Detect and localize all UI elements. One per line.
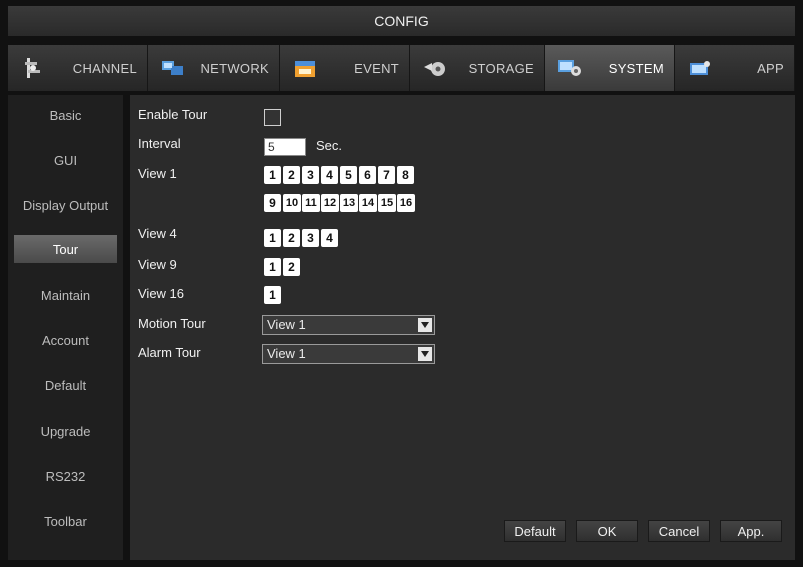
sidebar-item-label: Basic bbox=[49, 107, 82, 123]
channel-select-box[interactable]: 12 bbox=[321, 194, 339, 212]
view4-label: View 4 bbox=[138, 226, 177, 241]
channel-select-box[interactable]: 1 bbox=[264, 166, 281, 184]
motion-tour-value: View 1 bbox=[267, 317, 306, 332]
sidebar-item-label: RS232 bbox=[45, 468, 86, 484]
sidebar-item-label: Upgrade bbox=[40, 423, 91, 439]
tab-label: CHANNEL bbox=[72, 60, 137, 76]
channel-select-box[interactable]: 14 bbox=[359, 194, 377, 212]
alarm-tour-value: View 1 bbox=[267, 346, 306, 361]
channel-select-box[interactable]: 2 bbox=[283, 258, 300, 276]
event-icon bbox=[292, 55, 318, 81]
network-icon bbox=[160, 55, 186, 81]
sidebar-item-account[interactable]: Account bbox=[8, 326, 123, 354]
chevron-down-icon bbox=[418, 318, 432, 332]
window-titlebar: CONFIG bbox=[8, 6, 795, 36]
interval-unit: Sec. bbox=[316, 138, 343, 153]
channel-select-box[interactable]: 3 bbox=[302, 166, 319, 184]
tab-label: EVENT bbox=[354, 60, 399, 76]
channel-select-box[interactable]: 6 bbox=[359, 166, 376, 184]
alarm-tour-label: Alarm Tour bbox=[138, 345, 201, 360]
tab-label: NETWORK bbox=[200, 60, 269, 76]
sidebar-item-display-output[interactable]: Display Output bbox=[8, 191, 123, 219]
system-icon bbox=[557, 55, 583, 81]
channel-select-box[interactable]: 7 bbox=[378, 166, 395, 184]
channel-select-box[interactable]: 5 bbox=[340, 166, 357, 184]
channel-select-box[interactable]: 2 bbox=[283, 229, 300, 247]
channel-select-box[interactable]: 1 bbox=[264, 286, 281, 304]
default-button[interactable]: Default bbox=[504, 520, 566, 542]
sidebar-item-label: Toolbar bbox=[44, 513, 87, 529]
tab-label: STORAGE bbox=[468, 60, 534, 76]
top-tab-bar: CHANNEL NETWORK EVENT STORAGE SYSTEM APP bbox=[8, 45, 795, 91]
channel-select-box[interactable]: 8 bbox=[397, 166, 414, 184]
channel-select-box[interactable]: 15 bbox=[378, 194, 396, 212]
channel-select-box[interactable]: 16 bbox=[397, 194, 415, 212]
tab-app[interactable]: APP bbox=[675, 45, 795, 91]
app-icon bbox=[687, 55, 713, 81]
sidebar-item-label: Display Output bbox=[22, 197, 109, 213]
sidebar-item-label: Account bbox=[42, 332, 89, 348]
sidebar-item-label: Default bbox=[44, 377, 87, 393]
sidebar-item-gui[interactable]: GUI bbox=[8, 146, 123, 174]
sidebar-item-rs232[interactable]: RS232 bbox=[8, 462, 123, 490]
enable-tour-label: Enable Tour bbox=[138, 107, 208, 122]
tour-settings-panel: Enable Tour Interval 5 Sec. View 1 View … bbox=[130, 95, 795, 560]
view9-label: View 9 bbox=[138, 257, 177, 272]
sidebar-item-label: GUI bbox=[53, 152, 78, 168]
alarm-tour-select[interactable]: View 1 bbox=[262, 344, 435, 364]
cancel-button[interactable]: Cancel bbox=[648, 520, 710, 542]
sidebar-item-upgrade[interactable]: Upgrade bbox=[8, 417, 123, 445]
motion-tour-label: Motion Tour bbox=[138, 316, 206, 331]
channel-select-box[interactable]: 10 bbox=[283, 194, 301, 212]
sidebar: Basic GUI Display Output Tour Maintain A… bbox=[8, 95, 123, 560]
sidebar-item-maintain[interactable]: Maintain bbox=[8, 281, 123, 309]
tab-label: APP bbox=[757, 60, 784, 76]
sidebar-item-label: Tour bbox=[52, 241, 79, 257]
sidebar-item-label: Maintain bbox=[40, 287, 91, 303]
interval-label: Interval bbox=[138, 136, 181, 151]
sidebar-item-basic[interactable]: Basic bbox=[8, 101, 123, 129]
sidebar-item-default[interactable]: Default bbox=[8, 371, 123, 399]
tab-network[interactable]: NETWORK bbox=[148, 45, 280, 91]
channel-select-box[interactable]: 11 bbox=[302, 194, 320, 212]
tab-channel[interactable]: CHANNEL bbox=[8, 45, 148, 91]
channel-select-box[interactable]: 13 bbox=[340, 194, 358, 212]
channel-select-box[interactable]: 3 bbox=[302, 229, 319, 247]
channel-select-box[interactable]: 4 bbox=[321, 166, 338, 184]
enable-tour-checkbox[interactable] bbox=[264, 109, 281, 126]
channel-select-box[interactable]: 1 bbox=[264, 258, 281, 276]
channel-select-box[interactable]: 1 bbox=[264, 229, 281, 247]
tab-storage[interactable]: STORAGE bbox=[410, 45, 545, 91]
view1-label: View 1 bbox=[138, 166, 177, 181]
sidebar-item-toolbar[interactable]: Toolbar bbox=[8, 507, 123, 535]
window-title: CONFIG bbox=[374, 13, 429, 29]
tab-system[interactable]: SYSTEM bbox=[545, 45, 675, 91]
interval-input[interactable]: 5 bbox=[264, 138, 306, 156]
storage-icon bbox=[422, 55, 448, 81]
ok-button[interactable]: OK bbox=[576, 520, 638, 542]
channel-icon bbox=[20, 55, 46, 81]
channel-select-box[interactable]: 4 bbox=[321, 229, 338, 247]
sidebar-item-tour[interactable]: Tour bbox=[14, 235, 117, 263]
channel-select-box[interactable]: 2 bbox=[283, 166, 300, 184]
chevron-down-icon bbox=[418, 347, 432, 361]
config-window: CONFIG CHANNEL NETWORK EVENT STORAGE SYS… bbox=[0, 0, 803, 567]
apply-button[interactable]: App. bbox=[720, 520, 782, 542]
channel-select-box[interactable]: 9 bbox=[264, 194, 281, 212]
tab-event[interactable]: EVENT bbox=[280, 45, 410, 91]
view16-label: View 16 bbox=[138, 286, 185, 301]
tab-label: SYSTEM bbox=[608, 60, 664, 76]
motion-tour-select[interactable]: View 1 bbox=[262, 315, 435, 335]
